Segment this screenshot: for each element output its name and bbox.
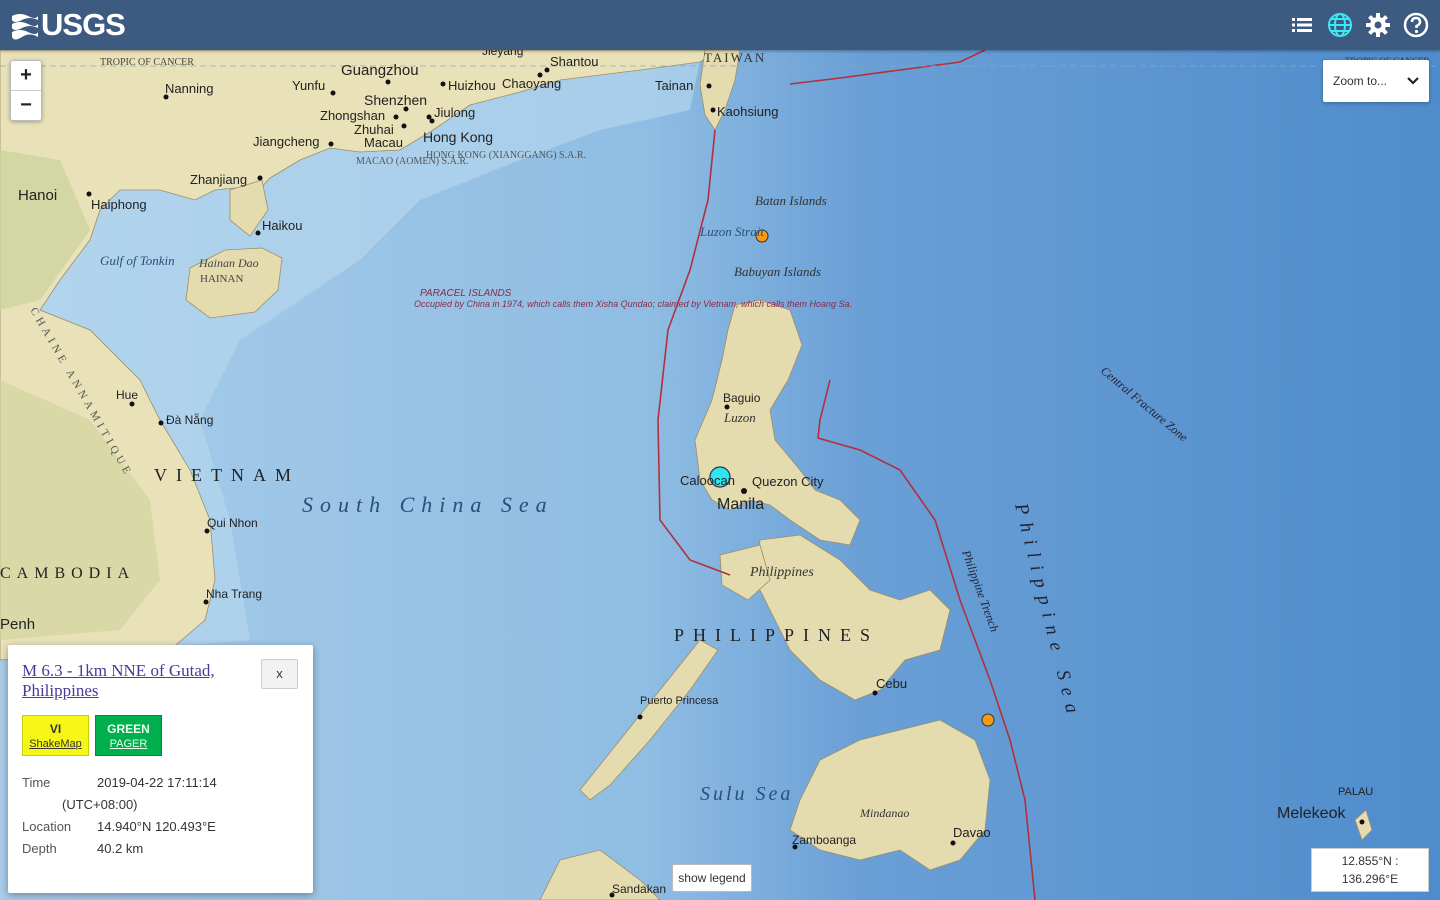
header-bar: USGS [0, 0, 1440, 50]
zoom-out-button[interactable]: − [11, 90, 41, 120]
shakemap-label: ShakeMap [29, 738, 82, 750]
depth-label: Depth [22, 841, 57, 856]
label-sandakan: Sandakan [612, 882, 666, 896]
label-scs: South China Sea [302, 492, 554, 517]
label-luzon-strait: Luzon Strait [699, 224, 764, 239]
label-shenzhen: Shenzhen [364, 92, 427, 108]
coord-lon: 136.296°E [1341, 872, 1399, 886]
label-baguio: Baguio [723, 391, 761, 405]
label-philippines-lc: Philippines [749, 565, 814, 580]
location-value: 14.940°N 120.493°E [97, 819, 216, 834]
label-nanning: Nanning [165, 81, 213, 96]
label-tainan: Tainan [655, 78, 693, 93]
label-macau: Macau [364, 135, 403, 150]
label-babuyan: Babuyan Islands [734, 264, 821, 279]
label-nhatrang: Nha Trang [206, 587, 262, 601]
time-zone: (UTC+08:00) [62, 797, 138, 812]
label-penh: Penh [0, 616, 35, 633]
label-cambodia: CAMBODIA [0, 565, 135, 582]
label-zamboanga: Zamboanga [792, 833, 856, 847]
label-zhongshan: Zhongshan [320, 108, 385, 123]
label-quezon: Quezon City [752, 474, 824, 489]
shakemap-badge[interactable]: VI ShakeMap [22, 715, 89, 756]
label-mindanao: Mindanao [859, 806, 909, 820]
label-luzon: Luzon [723, 410, 756, 425]
label-caloocan: Caloocan [680, 473, 735, 488]
zoom-to-label: Zoom to... [1333, 74, 1388, 88]
label-hue: Hue [116, 388, 138, 402]
label-yunfu: Yunfu [292, 78, 325, 93]
label-zhanjiang: Zhanjiang [190, 172, 247, 187]
earthquake-popup: M 6.3 - 1km NNE of Gutad, Philippines x … [8, 645, 313, 893]
label-hainan-caps: HAINAN [200, 273, 243, 285]
event-title-link[interactable]: M 6.3 - 1km NNE of Gutad, Philippines [22, 661, 252, 701]
label-haikou: Haikou [262, 218, 302, 233]
label-vietnam: VIETNAM [154, 465, 300, 485]
label-kaohsiung: Kaohsiung [717, 104, 778, 119]
label-guangzhou: Guangzhou [341, 62, 419, 79]
close-button[interactable]: x [261, 659, 298, 689]
label-tropic-left: TROPIC OF CANCER [100, 57, 194, 68]
label-gulf-tonkin: Gulf of Tonkin [100, 253, 175, 268]
event-details: Time 2019-04-22 17:11:14 (UTC+08:00) Loc… [22, 772, 299, 860]
shakemap-value: VI [49, 722, 62, 736]
zoom-to-select[interactable]: Zoom to... [1323, 60, 1429, 102]
label-jieyang: Jieyang [482, 50, 523, 58]
help-icon[interactable] [1402, 11, 1430, 39]
logo-text: USGS [41, 7, 126, 42]
label-puerto: Puerto Princesa [640, 695, 719, 707]
pager-badge[interactable]: GREEN PAGER [95, 715, 162, 756]
chevron-down-icon [1407, 77, 1419, 85]
quake-marker-philippine-trench [981, 713, 995, 727]
show-legend-button[interactable]: show legend [672, 864, 752, 892]
label-palau: PALAU [1338, 786, 1373, 798]
label-paracel-title: PARACEL ISLANDS [420, 288, 512, 299]
list-icon[interactable] [1288, 11, 1316, 39]
label-chaoyang: Chaoyang [502, 76, 561, 91]
label-danang: Đà Nẵng [166, 412, 213, 427]
label-haiphong: Haiphong [91, 197, 147, 212]
zoom-in-button[interactable]: + [11, 61, 41, 90]
usgs-wave-icon [12, 14, 38, 40]
label-taiwan: TAIWAN [704, 50, 766, 65]
location-label: Location [22, 819, 72, 834]
label-shantou: Shantou [550, 54, 598, 69]
label-quinhon: Qui Nhon [207, 516, 258, 530]
label-jiulong: Jiulong [434, 105, 475, 120]
label-philippines: PHILIPPINES [674, 625, 879, 645]
zoom-control: + − [10, 60, 42, 121]
usgs-logo[interactable]: USGS [10, 7, 126, 42]
time-label: Time [22, 775, 51, 790]
label-huizhou: Huizhou [448, 78, 496, 93]
label-hongkong: Hong Kong [423, 129, 493, 145]
label-manila: Manila [717, 496, 764, 513]
label-cebu: Cebu [876, 676, 907, 691]
label-hanoi: Hanoi [18, 187, 57, 204]
label-batan: Batan Islands [755, 193, 827, 208]
coord-lat: 12.855°N : [1341, 854, 1399, 868]
pager-value: GREEN [107, 722, 150, 736]
label-sulu: Sulu Sea [700, 783, 793, 805]
globe-icon[interactable] [1326, 11, 1354, 39]
time-value: 2019-04-22 17:11:14 [97, 775, 217, 790]
gear-icon[interactable] [1364, 11, 1392, 39]
label-hk-sar: HONG KONG (XIANGGANG) S.A.R. [426, 150, 586, 161]
pager-label: PAGER [109, 738, 148, 750]
label-paracel-note: Occupied by China in 1974, which calls t… [414, 299, 852, 309]
depth-value: 40.2 km [97, 841, 144, 856]
label-hainan: Hainan Dao [198, 256, 259, 270]
label-melekeok: Melekeok [1277, 805, 1346, 822]
label-jiangcheng: Jiangcheng [253, 134, 320, 149]
label-davao: Davao [953, 825, 991, 840]
mouse-coordinates: 12.855°N : 136.296°E [1311, 848, 1429, 892]
